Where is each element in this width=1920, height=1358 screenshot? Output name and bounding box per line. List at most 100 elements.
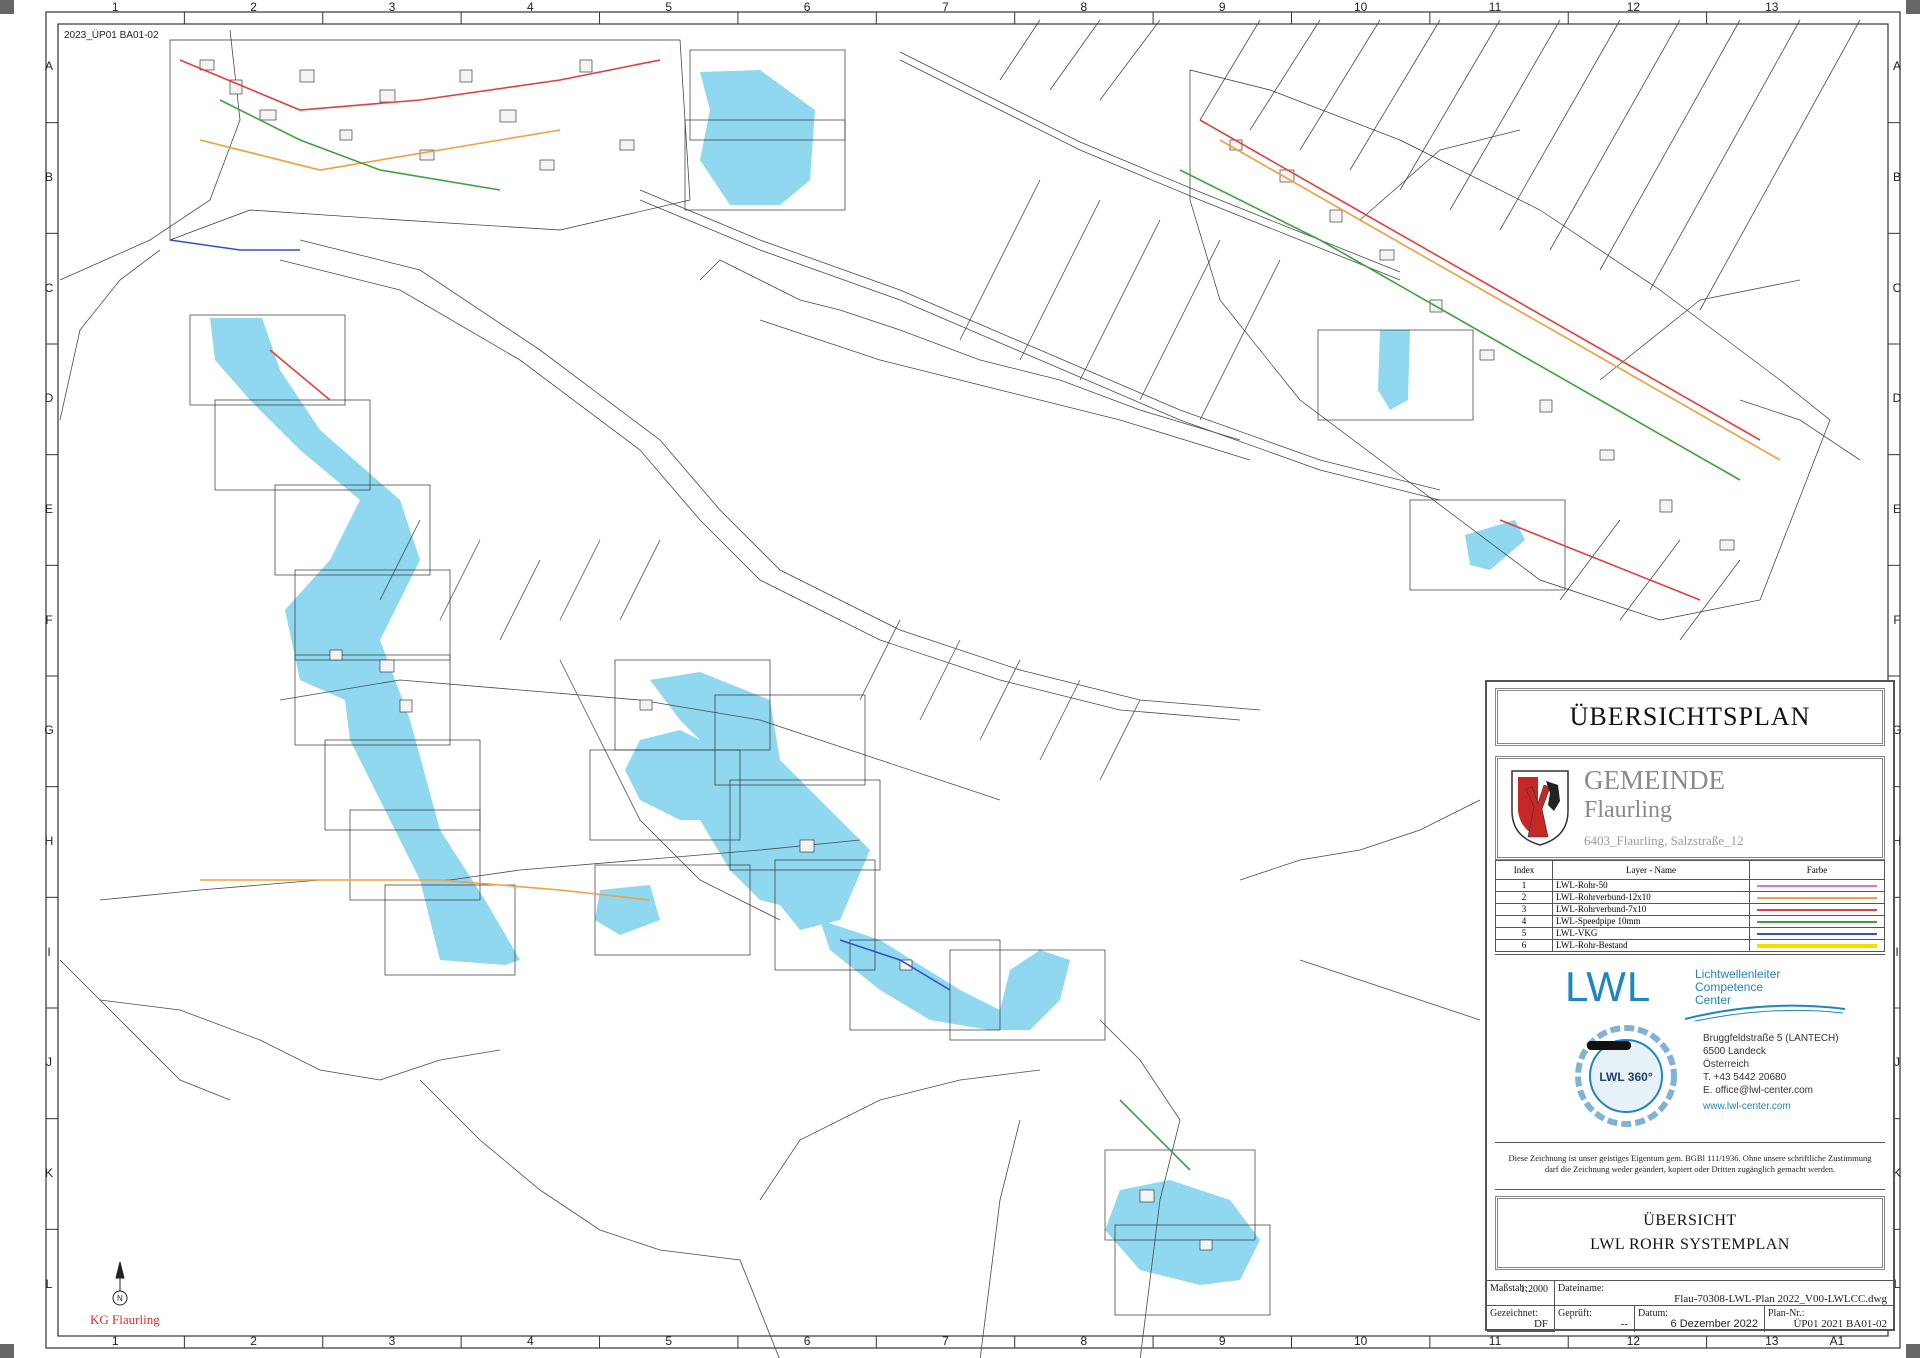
date-label: Datum: xyxy=(1638,1308,1668,1319)
checked-label: Geprüft: xyxy=(1558,1308,1592,1319)
plan-sheet: N 2023_ÜP01 BA01-02 1 1 2 2 3 3 4 4 5 5 6 6 7 7 8 8 9 9 10… xyxy=(0,0,1920,1358)
company-website-link[interactable]: www.lwl-center.com xyxy=(1703,1101,1791,1112)
legend-row: 6 LWL-Rohr-Bestand xyxy=(1495,939,1885,952)
zone-northeast-1 xyxy=(1378,330,1410,410)
grid-column-label: 3 xyxy=(388,1334,396,1348)
legend-index: 6 xyxy=(1495,939,1553,952)
logo-tagline: Competence xyxy=(1695,980,1764,994)
legend-color-swatch xyxy=(1749,891,1885,904)
legend-layer-name: LWL-Rohr-Bestand xyxy=(1552,939,1750,952)
grid-column-label: 12 xyxy=(1626,0,1641,14)
legend-header-layer: Layer - Name xyxy=(1552,860,1750,880)
legend-row: 3 LWL-Rohrverbund-7x10 xyxy=(1495,903,1885,916)
date-value: 6 Dezember 2022 xyxy=(1670,1318,1758,1330)
legend-row: 2 LWL-Rohrverbund-12x10 xyxy=(1495,891,1885,904)
filename-label: Dateiname: xyxy=(1558,1283,1605,1294)
plan-subtitle: ÜBERSICHT LWL ROHR SYSTEMPLAN xyxy=(1495,1196,1885,1270)
legend-row: 5 LWL-VKG xyxy=(1495,927,1885,940)
drawn-cell: Gezeichnet: DF xyxy=(1487,1306,1555,1332)
logo-swoosh-icon xyxy=(1685,1004,1845,1022)
grid-column-label: 13 xyxy=(1765,0,1779,14)
gemeinde-panel: GEMEINDE Flaurling 6403_Flaurling, Salzs… xyxy=(1495,756,1885,860)
plan-number-value: ÜP01 2021 BA01-02 xyxy=(1793,1318,1887,1330)
zone-northeast-2 xyxy=(1465,520,1525,570)
legend-color-swatch xyxy=(1749,927,1885,940)
grid-column-label: 10 xyxy=(1353,0,1368,14)
legend-index: 2 xyxy=(1495,891,1553,904)
date-cell: Datum: 6 Dezember 2022 xyxy=(1635,1306,1765,1332)
grid-column-label: 9 xyxy=(1218,0,1226,14)
copyright-notice: Diese Zeichnung ist unser geistiges Eige… xyxy=(1495,1142,1885,1190)
legend-line-swatch xyxy=(1757,896,1877,899)
legend-index: 1 xyxy=(1495,879,1553,892)
grid-row-label: H xyxy=(44,834,54,848)
corner-mark xyxy=(0,0,14,14)
grid-column-label: 10 xyxy=(1353,1334,1368,1348)
north-arrow-icon: N xyxy=(112,1261,128,1306)
file-tag: 2023_ÜP01 BA01-02 xyxy=(64,30,159,41)
legend-line-swatch xyxy=(1757,943,1877,948)
grid-row-label: G xyxy=(44,723,54,738)
corner-mark xyxy=(0,1344,14,1358)
grid-row-label: C xyxy=(1892,280,1902,295)
grid-column-label: 8 xyxy=(1080,1334,1088,1348)
grid-row-label: E xyxy=(1892,502,1901,516)
grid-column-label: 13 xyxy=(1765,1334,1779,1348)
legend-color-swatch xyxy=(1749,879,1885,892)
grid-column-label: 2 xyxy=(250,0,257,14)
drawn-value: DF xyxy=(1533,1318,1548,1330)
svg-text:N: N xyxy=(117,1294,123,1303)
subtitle-line-2: LWL ROHR SYSTEMPLAN xyxy=(1590,1236,1790,1253)
legend-layer-name: LWL-Speedpipe 10mm xyxy=(1552,915,1750,928)
notice-line: darf die Zeichnung weder geändert, kopie… xyxy=(1544,1164,1836,1174)
grid-row-label: L xyxy=(45,1276,53,1291)
legend-line-swatch xyxy=(1757,932,1877,935)
logo-tagline: Lichtwellenleiter xyxy=(1695,967,1781,981)
grid-row-label: F xyxy=(1893,612,1901,627)
subtitle-line-1: ÜBERSICHT xyxy=(1643,1212,1737,1229)
grid-column-label: 12 xyxy=(1626,1334,1641,1348)
legend-row: 4 LWL-Speedpipe 10mm xyxy=(1495,915,1885,928)
grid-row-label: D xyxy=(1892,391,1902,406)
grid-column-label: 1 xyxy=(111,1334,119,1348)
legend-color-swatch xyxy=(1749,915,1885,928)
legend-line-swatch xyxy=(1757,920,1877,923)
legend-header-farbe: Farbe xyxy=(1749,860,1885,880)
grid-column-label: 8 xyxy=(1080,0,1088,14)
grid-column-label: 7 xyxy=(942,1334,949,1348)
zone-village-north xyxy=(700,70,815,205)
grid-column-label: 11 xyxy=(1488,1334,1502,1348)
notice-line: Diese Zeichnung ist unser geistiges Eige… xyxy=(1508,1153,1872,1163)
address-line: Österreich xyxy=(1703,1059,1750,1070)
checked-value: -- xyxy=(1620,1318,1628,1330)
grid-row-label: A xyxy=(44,59,53,74)
grid-row-label: J xyxy=(46,1055,52,1070)
zone-middle-loop xyxy=(625,672,870,930)
coat-of-arms-icon xyxy=(1511,770,1569,846)
gemeinde-label: GEMEINDE xyxy=(1584,765,1725,795)
grid-column-label: 6 xyxy=(803,0,811,14)
grid-row-label: I xyxy=(47,944,51,959)
legend-layer-name: LWL-Rohr-50 xyxy=(1552,879,1750,892)
legend-table: Index Layer - Name Farbe 1 LWL-Rohr-50 2 LW… xyxy=(1495,860,1885,952)
grid-row-label: D xyxy=(44,391,54,406)
legend-line-swatch xyxy=(1757,884,1877,887)
highlight-zones xyxy=(210,70,1525,1285)
zone-valley-road xyxy=(820,920,1070,1030)
grid-row-label: A xyxy=(1892,59,1901,74)
checked-cell: Geprüft: -- xyxy=(1555,1306,1635,1332)
legend-layer-name: LWL-Rohrverbund-12x10 xyxy=(1552,891,1750,904)
filename-value: Flau-70308-LWL-Plan 2022_V00-LWLCC.dwg xyxy=(1674,1293,1887,1305)
grid-column-label: 4 xyxy=(527,1334,534,1348)
zone-middle-branch xyxy=(595,885,660,935)
grid-row-label: F xyxy=(45,612,53,627)
plan-number-cell: Plan-Nr.: ÜP01 2021 BA01-02 xyxy=(1765,1306,1893,1332)
grid-column-label: 5 xyxy=(665,0,673,14)
grid-row-label: K xyxy=(44,1166,53,1180)
north-label: KG Flaurling xyxy=(90,1312,160,1327)
sheet-format: A1 xyxy=(1829,1334,1845,1348)
grid-column-label: 4 xyxy=(527,0,534,14)
grid-row-label: B xyxy=(1892,170,1901,184)
grid-row-label: C xyxy=(44,280,54,295)
corner-mark xyxy=(1906,0,1920,14)
